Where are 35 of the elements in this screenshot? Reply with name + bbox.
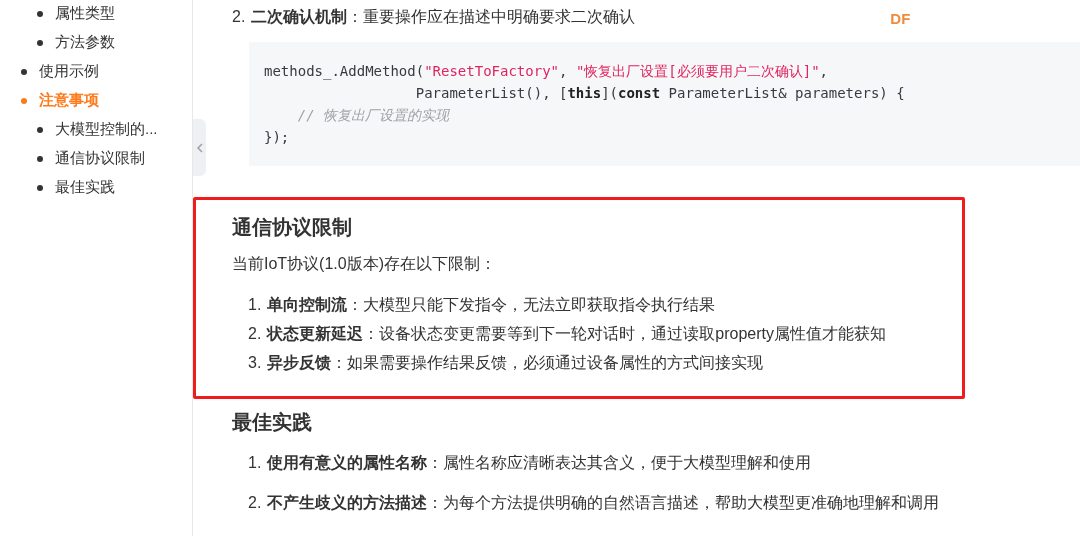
section-heading: 通信协议限制 xyxy=(232,215,353,240)
bullet-icon xyxy=(21,68,27,75)
list-text: 单向控制流：大模型只能下发指令，无法立即获取指令执行结果 xyxy=(267,294,716,315)
list-text: 使用有意义的属性名称：属性名称应清晰表达其含义，便于大模型理解和使用 xyxy=(267,453,812,473)
list-text: 异步反馈：如果需要操作结果反馈，必须通过设备属性的方式间接实现 xyxy=(267,352,764,373)
brand-mark: DF xyxy=(890,9,911,30)
sidebar-item[interactable]: 最佳实践 xyxy=(55,176,115,199)
collapse-handle[interactable] xyxy=(193,119,206,176)
code-line: methods_.AddMethod("ResetToFactory", "恢复出厂设置[必须要用户二次确认]", xyxy=(264,62,830,82)
list-text: 状态更新延迟：设备状态变更需要等到下一轮对话时，通过读取property属性值才能获知 xyxy=(267,323,887,344)
sidebar-item[interactable]: 属性类型 xyxy=(55,2,115,25)
bullet-icon xyxy=(37,155,43,162)
list-number: 1. xyxy=(248,294,262,315)
list-text: 二次确认机制：重要操作应在描述中明确要求二次确认 xyxy=(251,7,636,27)
bullet-icon xyxy=(37,10,43,17)
list-number: 1. xyxy=(248,453,262,473)
sidebar-item[interactable]: 大模型控制的... xyxy=(55,118,158,141)
list-number: 2. xyxy=(248,493,262,513)
bullet-icon xyxy=(37,184,43,191)
list-number: 2. xyxy=(248,323,262,344)
chevron-left-icon xyxy=(196,142,203,153)
sidebar-item[interactable]: 使用示例 xyxy=(39,60,99,83)
sidebar-item[interactable]: 通信协议限制 xyxy=(55,147,145,170)
bullet-icon xyxy=(37,126,43,133)
bullet-icon xyxy=(37,39,43,46)
list-text: 不产生歧义的方法描述：为每个方法提供明确的自然语言描述，帮助大模型更准确地理解和调用 xyxy=(267,493,940,513)
bullet-icon xyxy=(21,97,27,104)
code-line: }); xyxy=(264,128,291,147)
list-number: 3. xyxy=(248,352,262,373)
code-line: ParameterList(), [this](const ParameterList& parameters) { xyxy=(414,84,906,103)
section-heading: 最佳实践 xyxy=(232,410,313,435)
list-number: 2. xyxy=(232,7,246,27)
code-line: // 恢复出厂设置的实现 xyxy=(296,106,451,125)
section-intro: 当前IoT协议(1.0版本)存在以下限制： xyxy=(232,254,497,274)
sidebar-item[interactable]: 方法参数 xyxy=(55,31,115,54)
